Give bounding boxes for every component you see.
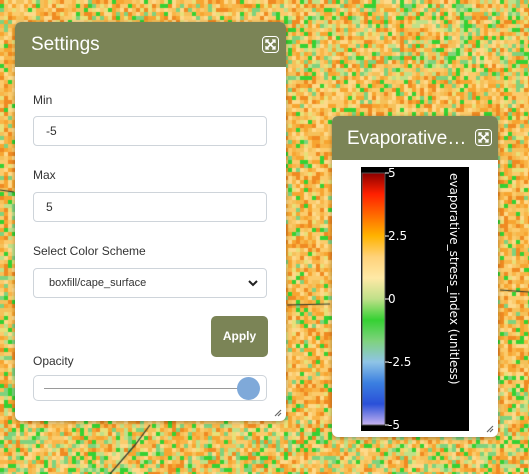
settings-panel: Settings Min Max Select Color Scheme box… xyxy=(15,22,286,421)
settings-title: Settings xyxy=(31,34,100,55)
legend-panel: Evaporative Stress Index 5 2.5 0 -2.5 -5 eva… xyxy=(332,116,498,437)
color-scheme-select[interactable]: boxfill/cape_surface xyxy=(33,268,267,298)
opacity-slider-track xyxy=(44,388,248,389)
opacity-slider-thumb[interactable] xyxy=(237,377,260,400)
settings-close-button[interactable] xyxy=(262,36,279,53)
colorbar-tick-label: 5 xyxy=(388,167,396,180)
legend-close-button[interactable] xyxy=(475,129,492,146)
close-icon xyxy=(265,39,276,50)
max-input[interactable] xyxy=(33,192,267,222)
colorbar-tick-label: 0 xyxy=(388,292,396,306)
colorbar-tick-label: 2.5 xyxy=(388,229,407,243)
color-scheme-label: Select Color Scheme xyxy=(33,244,146,258)
legend-header[interactable]: Evaporative Stress Index xyxy=(332,116,498,160)
resize-grip-icon[interactable] xyxy=(274,409,282,417)
colorbar-graphic: 5 2.5 0 -2.5 -5 evaporative_stress_index (un… xyxy=(361,167,461,431)
opacity-label: Opacity xyxy=(33,354,74,368)
min-input[interactable] xyxy=(33,116,267,146)
resize-grip-icon[interactable] xyxy=(486,425,494,433)
settings-header[interactable]: Settings xyxy=(15,22,286,67)
colorbar: 5 2.5 0 -2.5 -5 evaporative_stress_index (un… xyxy=(361,167,469,431)
apply-button[interactable]: Apply xyxy=(211,316,268,357)
legend-title: Evaporative Stress Index xyxy=(347,128,467,149)
min-label: Min xyxy=(33,93,53,107)
colorbar-variable-label: evaporative_stress_index (unitless) xyxy=(447,173,461,385)
colorbar-tick-label: -2.5 xyxy=(388,355,411,369)
opacity-slider[interactable] xyxy=(33,375,267,401)
max-label: Max xyxy=(33,168,56,182)
colorbar-ramp xyxy=(361,172,386,426)
close-icon xyxy=(478,132,489,143)
colorbar-tick-label: -5 xyxy=(388,418,400,431)
chevron-down-icon xyxy=(248,280,258,287)
color-scheme-value: boxfill/cape_surface xyxy=(49,277,147,289)
